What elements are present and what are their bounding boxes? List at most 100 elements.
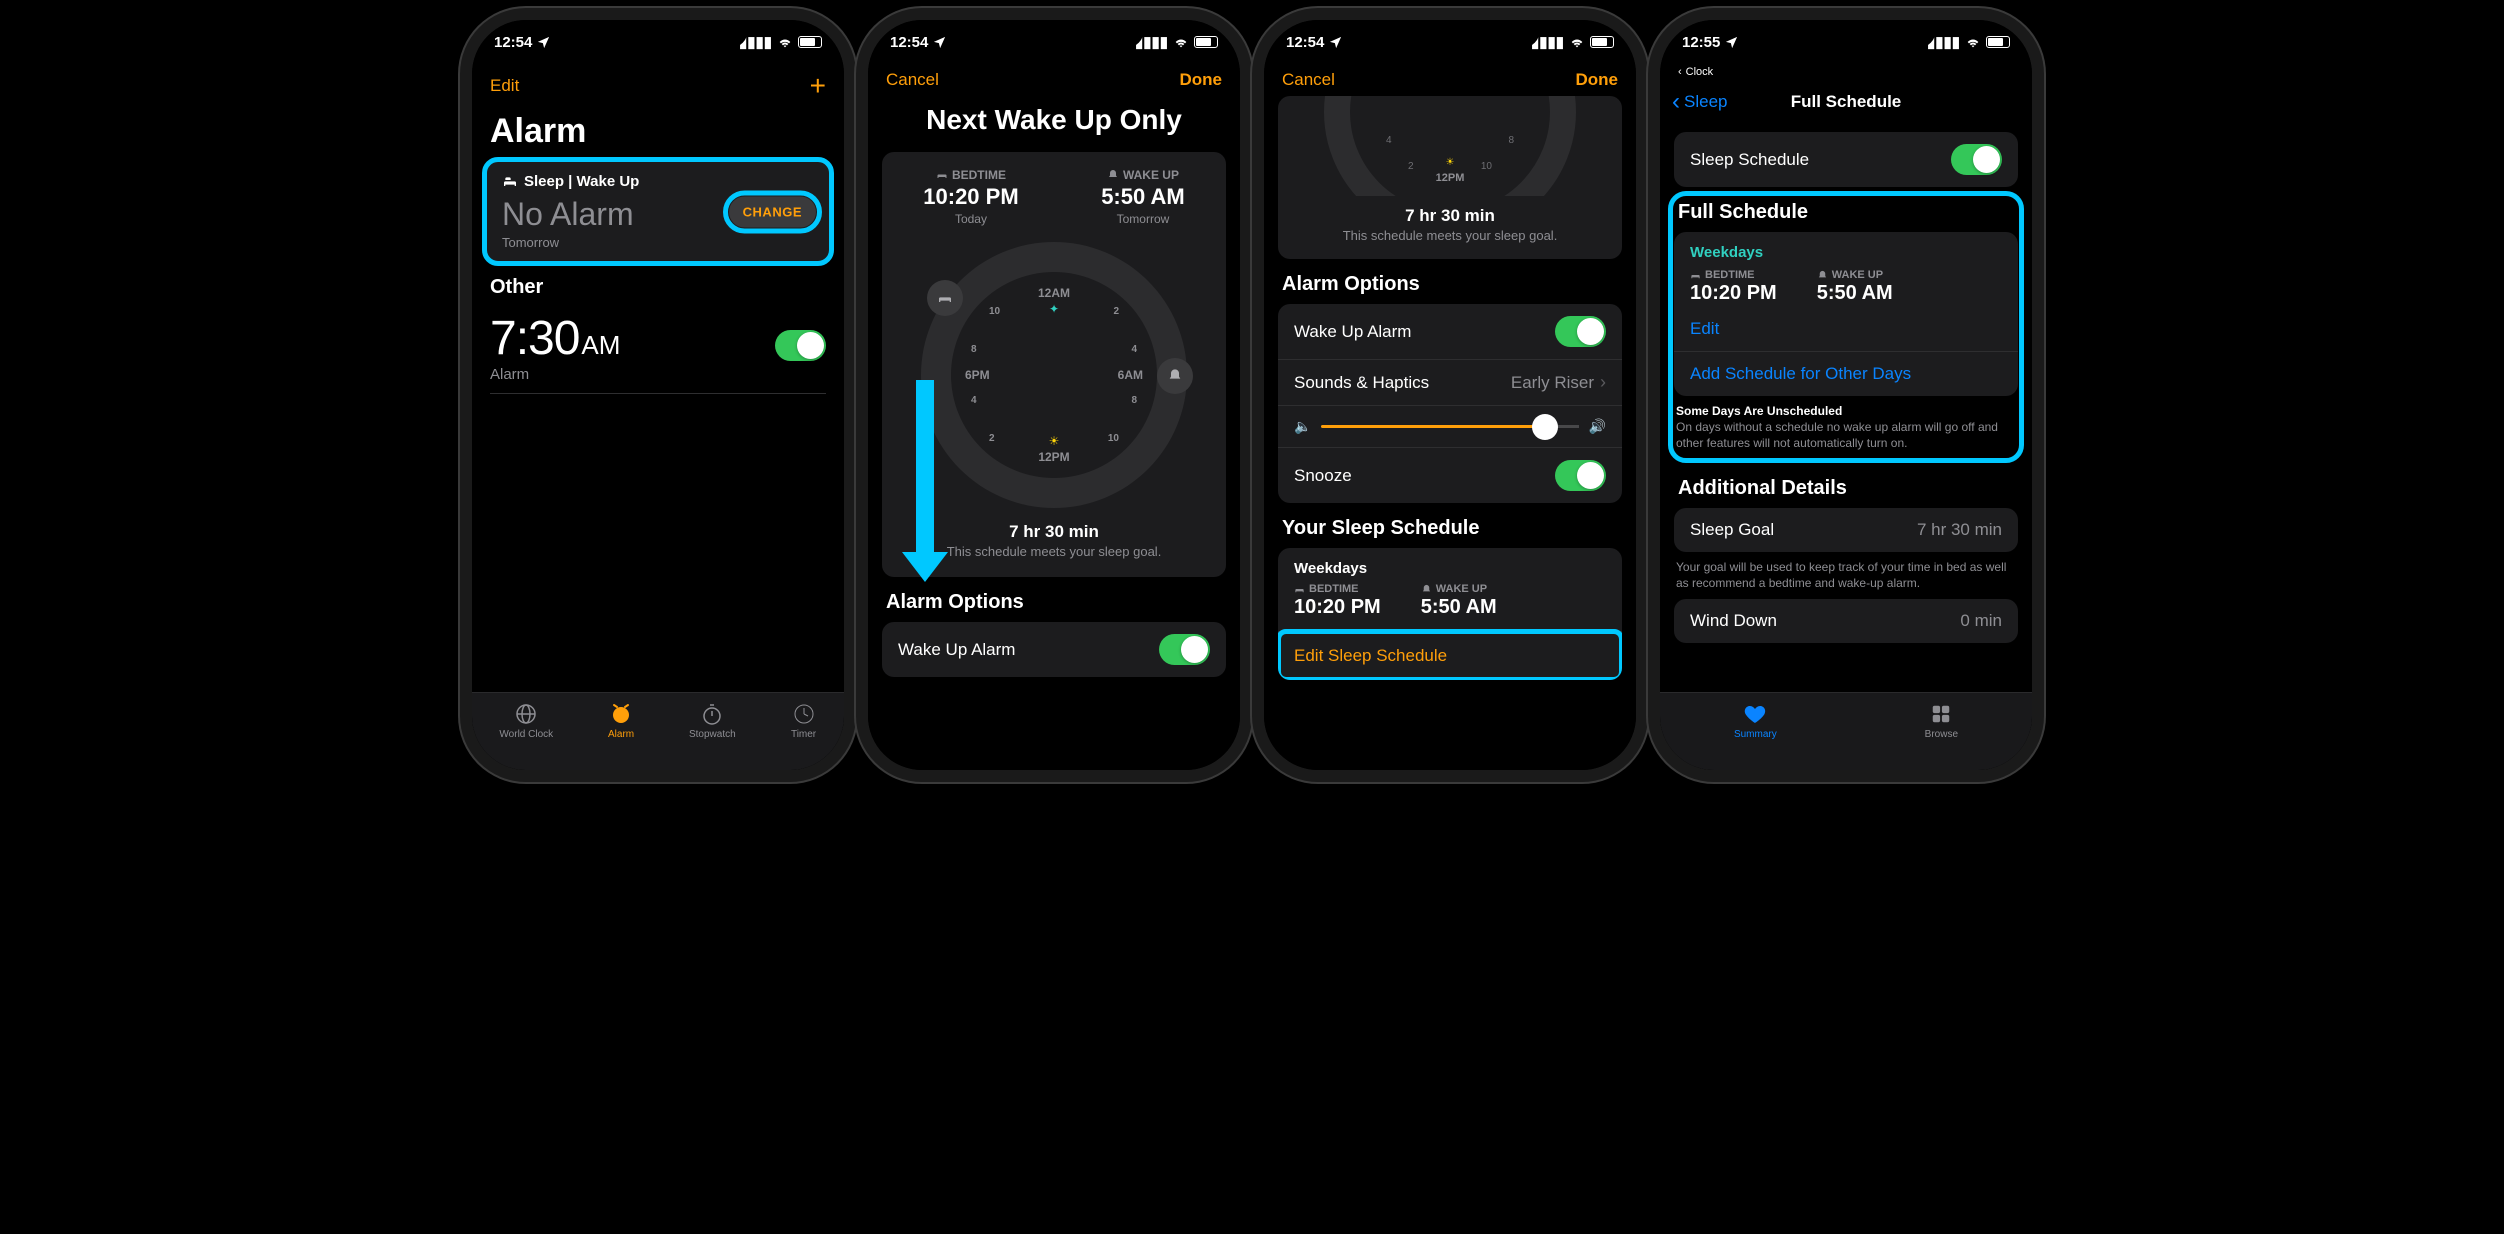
cancel-button[interactable]: Cancel	[1282, 70, 1335, 90]
cancel-button[interactable]: Cancel	[886, 70, 939, 90]
alarm-options-header: Alarm Options	[868, 577, 1240, 622]
full-schedule-header: Full Schedule	[1660, 187, 2032, 232]
tab-bar: World Clock Alarm Stopwatch Timer	[472, 692, 844, 770]
bedtime-sub: Today	[923, 212, 1018, 226]
schedule-card: Weekdays BEDTIME 10:20 PM WAKE UP 5:50 A…	[1278, 548, 1622, 631]
goal-text: This schedule meets your sleep goal.	[1278, 228, 1622, 243]
volume-slider-row[interactable]: 🔈 🔊	[1278, 405, 1622, 447]
battery-icon	[1590, 36, 1614, 48]
unscheduled-title: Some Days Are Unscheduled	[1660, 396, 2032, 418]
sounds-haptics-value: Early Riser	[1511, 373, 1594, 393]
bed-icon	[1690, 270, 1701, 281]
bed-icon	[1294, 584, 1305, 595]
tab-summary[interactable]: Summary	[1734, 701, 1777, 740]
clock-6am: 6AM	[1118, 368, 1143, 382]
sleep-wake-card[interactable]: Sleep | Wake Up No Alarm Tomorrow CHANGE	[486, 161, 830, 262]
clock-12pm: 12PM	[1038, 450, 1069, 464]
dial-card: ☀ 12PM 2 10 4 8 7 hr 30 min This schedul…	[1278, 96, 1622, 259]
weekdays-card[interactable]: Weekdays BEDTIME 10:20 PM WAKE UP 5:50 A…	[1674, 232, 2018, 351]
wakeup-handle[interactable]	[1157, 358, 1193, 394]
wake-up-alarm-row[interactable]: Wake Up Alarm	[1278, 304, 1622, 359]
tab-alarm[interactable]: Alarm	[608, 701, 634, 740]
wakeup-value: 5:50 AM	[1101, 184, 1185, 210]
sleep-wake-label: Sleep | Wake Up	[524, 173, 639, 190]
bed-icon	[937, 290, 953, 306]
location-icon	[1328, 35, 1343, 50]
battery-icon	[798, 36, 822, 48]
phone-3-alarm-options: 12:54 ▮▮▮▮ Cancel Done ☀ 12PM 2 10 4	[1264, 20, 1636, 770]
back-button[interactable]: ‹ Sleep	[1672, 88, 1727, 116]
tab-world-clock[interactable]: World Clock	[499, 701, 553, 740]
status-time: 12:54	[1286, 34, 1324, 51]
heart-icon	[1742, 701, 1768, 727]
phone-2-next-wakeup: 12:54 ▮▮▮▮ Cancel Done Next Wake Up Only…	[868, 20, 1240, 770]
unscheduled-body: On days without a schedule no wake up al…	[1660, 418, 2032, 463]
notch	[1360, 20, 1540, 48]
tab-timer[interactable]: Timer	[791, 701, 817, 740]
sleep-schedule-label: Sleep Schedule	[1690, 150, 1809, 170]
volume-slider[interactable]	[1321, 425, 1578, 428]
sun-icon: ☀	[1446, 157, 1455, 168]
wake-up-alarm-toggle[interactable]	[1555, 316, 1606, 347]
wind-down-value: 0 min	[1960, 611, 2002, 631]
change-button[interactable]: CHANGE	[729, 196, 816, 227]
sleep-goal-row[interactable]: Sleep Goal 7 hr 30 min	[1674, 508, 2018, 552]
goal-footer: Your goal will be used to keep track of …	[1660, 552, 2032, 599]
sleep-schedule-toggle[interactable]	[1951, 144, 2002, 175]
location-icon	[932, 35, 947, 50]
alarm-toggle[interactable]	[775, 330, 826, 361]
status-time: 12:54	[890, 34, 928, 51]
wake-up-alarm-toggle[interactable]	[1159, 634, 1210, 665]
sleep-dial[interactable]: 12AM 6AM 12PM 6PM ✦ ☀ 10 2 8 4 4 8 2 10	[921, 242, 1187, 508]
status-icons: ▮▮▮▮	[1531, 33, 1614, 51]
nav-title: Full Schedule	[1791, 92, 1902, 112]
edit-sleep-schedule-link[interactable]: Edit Sleep Schedule	[1278, 631, 1622, 680]
notch	[1756, 20, 1936, 48]
globe-icon	[513, 701, 539, 727]
nav-bar: Edit +	[472, 64, 844, 108]
tab-bar: Summary Browse	[1660, 692, 2032, 770]
nav-bar: Cancel Done	[868, 64, 1240, 96]
wifi-icon	[1569, 34, 1585, 50]
tomorrow-label: Tomorrow	[502, 235, 814, 250]
sounds-haptics-row[interactable]: Sounds & Haptics Early Riser›	[1278, 359, 1622, 405]
add-schedule-link[interactable]: Add Schedule for Other Days	[1674, 351, 2018, 396]
notch	[568, 20, 748, 48]
wind-down-label: Wind Down	[1690, 611, 1777, 631]
schedule-name: Weekdays	[1690, 244, 2002, 261]
alarm-row[interactable]: 7:30 AM Alarm	[490, 307, 826, 394]
wind-down-row[interactable]: Wind Down 0 min	[1674, 599, 2018, 643]
additional-details-header: Additional Details	[1660, 463, 2032, 508]
wake-up-alarm-row[interactable]: Wake Up Alarm	[882, 622, 1226, 677]
sleep-schedule-row[interactable]: Sleep Schedule	[1674, 132, 2018, 187]
snooze-row[interactable]: Snooze	[1278, 447, 1622, 503]
edit-button[interactable]: Edit	[490, 76, 519, 96]
tab-stopwatch[interactable]: Stopwatch	[689, 701, 736, 740]
stopwatch-icon	[699, 701, 725, 727]
alarm-icon	[608, 701, 634, 727]
scroll-arrow-annotation	[916, 380, 934, 560]
snooze-label: Snooze	[1294, 466, 1352, 486]
bell-icon	[1817, 270, 1828, 281]
bedtime-value: 10:20 PM	[923, 184, 1018, 210]
bedtime-handle[interactable]	[927, 280, 963, 316]
battery-icon	[1986, 36, 2010, 48]
tab-browse[interactable]: Browse	[1925, 701, 1958, 740]
status-icons: ▮▮▮▮	[739, 33, 822, 51]
done-button[interactable]: Done	[1576, 70, 1619, 90]
wifi-icon	[777, 34, 793, 50]
other-header: Other	[490, 262, 826, 307]
clock-12am: 12AM	[1038, 286, 1070, 300]
wakeup-sub: Tomorrow	[1101, 212, 1185, 226]
edit-link[interactable]: Edit	[1690, 319, 2002, 339]
status-icons: ▮▮▮▮	[1135, 33, 1218, 51]
snooze-toggle[interactable]	[1555, 460, 1606, 491]
bedtime-value: 10:20 PM	[1294, 596, 1381, 619]
done-button[interactable]: Done	[1180, 70, 1223, 90]
wake-up-alarm-label: Wake Up Alarm	[898, 640, 1015, 660]
chevron-left-icon: ‹	[1678, 66, 1682, 78]
notch	[964, 20, 1144, 48]
add-alarm-button[interactable]: +	[810, 70, 826, 102]
breadcrumb[interactable]: ‹ Clock	[1660, 64, 2032, 80]
alarm-label: Alarm	[490, 366, 620, 383]
